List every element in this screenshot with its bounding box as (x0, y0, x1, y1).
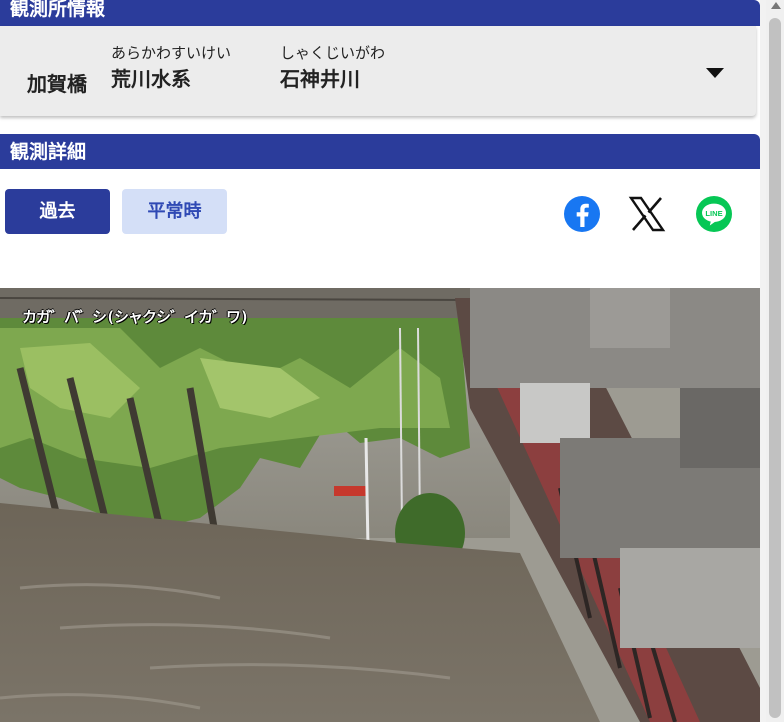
observation-info-header: 観測所情報 (0, 0, 760, 26)
river-name: 石神井川 (280, 67, 360, 91)
scrollbar-thumb[interactable] (769, 18, 781, 718)
river-system-ruby: あらかわすいけい (111, 44, 232, 62)
facebook-icon[interactable] (562, 194, 602, 234)
dropdown-arrow-icon[interactable] (706, 68, 724, 78)
page: 観測所情報 加賀橋 あらかわすいけい 荒川水系 しゃくじいがわ 石神井川 観測詳… (0, 0, 760, 722)
past-button[interactable]: 過去 (5, 189, 110, 234)
line-icon[interactable]: LINE (694, 194, 734, 234)
river-camera-photo (0, 288, 760, 722)
observation-info-title: 観測所情報 (10, 0, 106, 20)
observation-details-title: 観測詳細 (10, 141, 87, 163)
observation-details-header: 観測詳細 (0, 134, 760, 169)
scroll-up-icon[interactable] (771, 2, 781, 9)
camera-image: カガ゛バ゛シ(シャクシ゛イカ゛ワ) (0, 288, 760, 722)
station-name: 加賀橋 (27, 72, 87, 96)
river: しゃくじいがわ 石神井川 (280, 42, 385, 92)
river-ruby: しゃくじいがわ (280, 44, 386, 62)
camera-overlay-label: カガ゛バ゛シ(シャクシ゛イカ゛ワ) (22, 308, 249, 326)
x-icon[interactable] (627, 194, 667, 234)
river-system: あらかわすいけい 荒川水系 (111, 42, 231, 92)
line-icon-text: LINE (705, 209, 722, 218)
normal-button[interactable]: 平常時 (122, 189, 227, 234)
scrollbar[interactable] (766, 0, 784, 722)
station-selector[interactable]: 加賀橋 あらかわすいけい 荒川水系 しゃくじいがわ 石神井川 (0, 26, 756, 116)
river-system-name: 荒川水系 (111, 67, 191, 91)
